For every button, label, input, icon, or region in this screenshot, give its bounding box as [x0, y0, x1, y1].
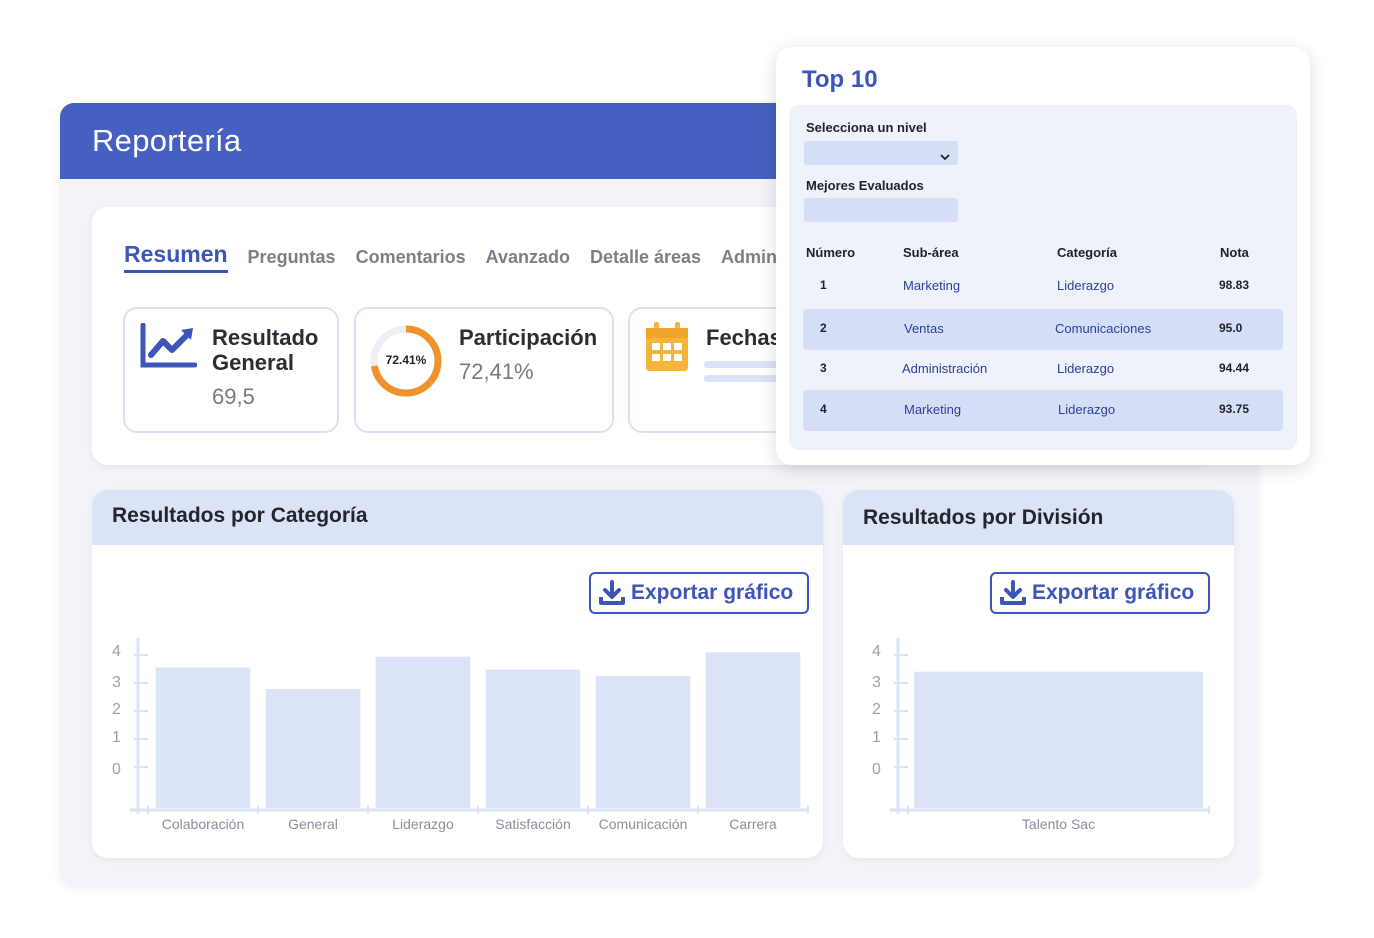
row-subarea: Marketing [904, 402, 962, 417]
row-nota: 95.0 [1219, 321, 1243, 335]
nivel-label: Selecciona un nivel [806, 120, 927, 135]
row-categoria: Comunicaciones [1055, 321, 1152, 336]
tab-comentarios[interactable]: Comentarios [356, 247, 466, 273]
division-panel-header: Resultados por División [843, 490, 1234, 545]
mejores-input[interactable] [804, 198, 958, 222]
export-division-label: Exportar gráfico [1032, 581, 1195, 604]
row-number: 1 [820, 278, 827, 292]
tab-detalle-areas[interactable]: Detalle áreas [590, 247, 701, 273]
row-subarea: Marketing [903, 278, 961, 293]
table-row[interactable]: 4 Marketing Liderazgo 93.75 [803, 390, 1283, 431]
row-categoria: Liderazgo [1058, 402, 1116, 417]
resultado-value: 69,5 [212, 384, 255, 409]
row-nota: 98.83 [1219, 278, 1250, 292]
y-tick-label: 4 [112, 643, 121, 660]
resultado-general-card: Resultado General 69,5 [123, 307, 339, 433]
table-row[interactable]: 2 Ventas Comunicaciones 95.0 [803, 309, 1283, 350]
row-number: 3 [820, 361, 827, 375]
participacion-value: 72,41% [459, 359, 534, 384]
row-nota: 94.44 [1219, 361, 1250, 375]
export-categoria-button[interactable]: Exportar gráfico [589, 572, 810, 614]
x-tick-label: Liderazgo [392, 816, 454, 832]
tab-avanzado[interactable]: Avanzado [486, 247, 570, 273]
export-division-button[interactable]: Exportar gráfico [990, 572, 1211, 614]
division-panel-title: Resultados por División [863, 506, 1104, 529]
bar [265, 689, 361, 808]
col-numero: Número [806, 245, 856, 260]
resultado-title-line1: Resultado [212, 325, 319, 350]
participacion-card: 72.41% Participación 72,41% [354, 307, 614, 433]
fechas-title: Fechas [706, 325, 782, 350]
page-title: Reportería [92, 123, 242, 158]
x-tick-label: Talento Sac [1022, 816, 1095, 832]
chevron-down-icon [940, 148, 950, 166]
x-tick-label: Satisfacción [495, 816, 570, 832]
y-tick-label: 2 [112, 701, 121, 718]
y-tick-label: 0 [872, 761, 881, 778]
x-tick-label: Carrera [729, 816, 777, 832]
table-row[interactable]: 1 Marketing Liderazgo 98.83 [803, 266, 1283, 307]
participacion-title: Participación [459, 325, 598, 350]
tab-resumen[interactable]: Resumen [124, 241, 228, 273]
download-icon [1000, 580, 1026, 605]
y-tick-label: 3 [872, 674, 881, 691]
bar [705, 652, 801, 808]
trending-chart-icon [139, 322, 198, 374]
y-tick-label: 4 [872, 643, 881, 660]
col-nota: Nota [1220, 245, 1249, 260]
categoria-panel-header: Resultados por Categoría [92, 490, 823, 545]
top10-body: Selecciona un nivel Mejores Evaluados Nú… [789, 105, 1297, 450]
ring-label: 72.41% [385, 353, 427, 367]
row-subarea: Ventas [904, 321, 944, 336]
calendar-icon [644, 321, 690, 378]
categoria-panel: Resultados por Categoría Exportar gráfic… [92, 490, 823, 858]
x-tick-label: Comunicación [599, 816, 688, 832]
x-tick-label: Colaboración [162, 816, 245, 832]
categoria-panel-title: Resultados por Categoría [112, 504, 368, 527]
tab-bar: Resumen Preguntas Comentarios Avanzado D… [124, 241, 812, 273]
y-tick-label: 2 [872, 701, 881, 718]
y-tick-label: 0 [112, 761, 121, 778]
bar [155, 667, 251, 808]
x-tick-label: General [288, 816, 338, 832]
row-categoria: Liderazgo [1057, 361, 1115, 376]
y-tick-label: 1 [872, 729, 881, 746]
categoria-bar-chart: 0 1 2 3 4 Colaboración General Liderazgo Satisfa… [112, 638, 809, 832]
top10-panel: Top 10 Selecciona un nivel Mejores Evalu… [776, 47, 1310, 465]
tab-preguntas[interactable]: Preguntas [248, 247, 336, 273]
row-number: 4 [820, 402, 827, 416]
y-tick-label: 3 [112, 674, 121, 691]
row-nota: 93.75 [1219, 402, 1250, 416]
download-icon [599, 580, 625, 605]
mejores-label: Mejores Evaluados [806, 178, 924, 193]
division-bar-chart: 0 1 2 3 4 Talento Sac [872, 638, 1210, 832]
row-subarea: Administración [902, 361, 988, 376]
top10-title: Top 10 [802, 66, 878, 93]
bar [595, 676, 691, 808]
y-tick-label: 1 [112, 729, 121, 746]
resultado-title-line2: General [212, 350, 294, 375]
bar [375, 656, 471, 808]
row-categoria: Liderazgo [1057, 278, 1115, 293]
row-number: 2 [820, 321, 827, 335]
col-subarea: Sub-área [903, 245, 959, 260]
bar [914, 671, 1203, 808]
table-row[interactable]: 3 Administración Liderazgo 94.44 [803, 349, 1283, 390]
export-categoria-label: Exportar gráfico [631, 581, 794, 604]
division-panel: Resultados por División Exportar gráfico… [843, 490, 1234, 858]
bar [485, 669, 581, 808]
nivel-select[interactable] [804, 141, 958, 165]
col-categoria: Categoría [1057, 245, 1117, 260]
